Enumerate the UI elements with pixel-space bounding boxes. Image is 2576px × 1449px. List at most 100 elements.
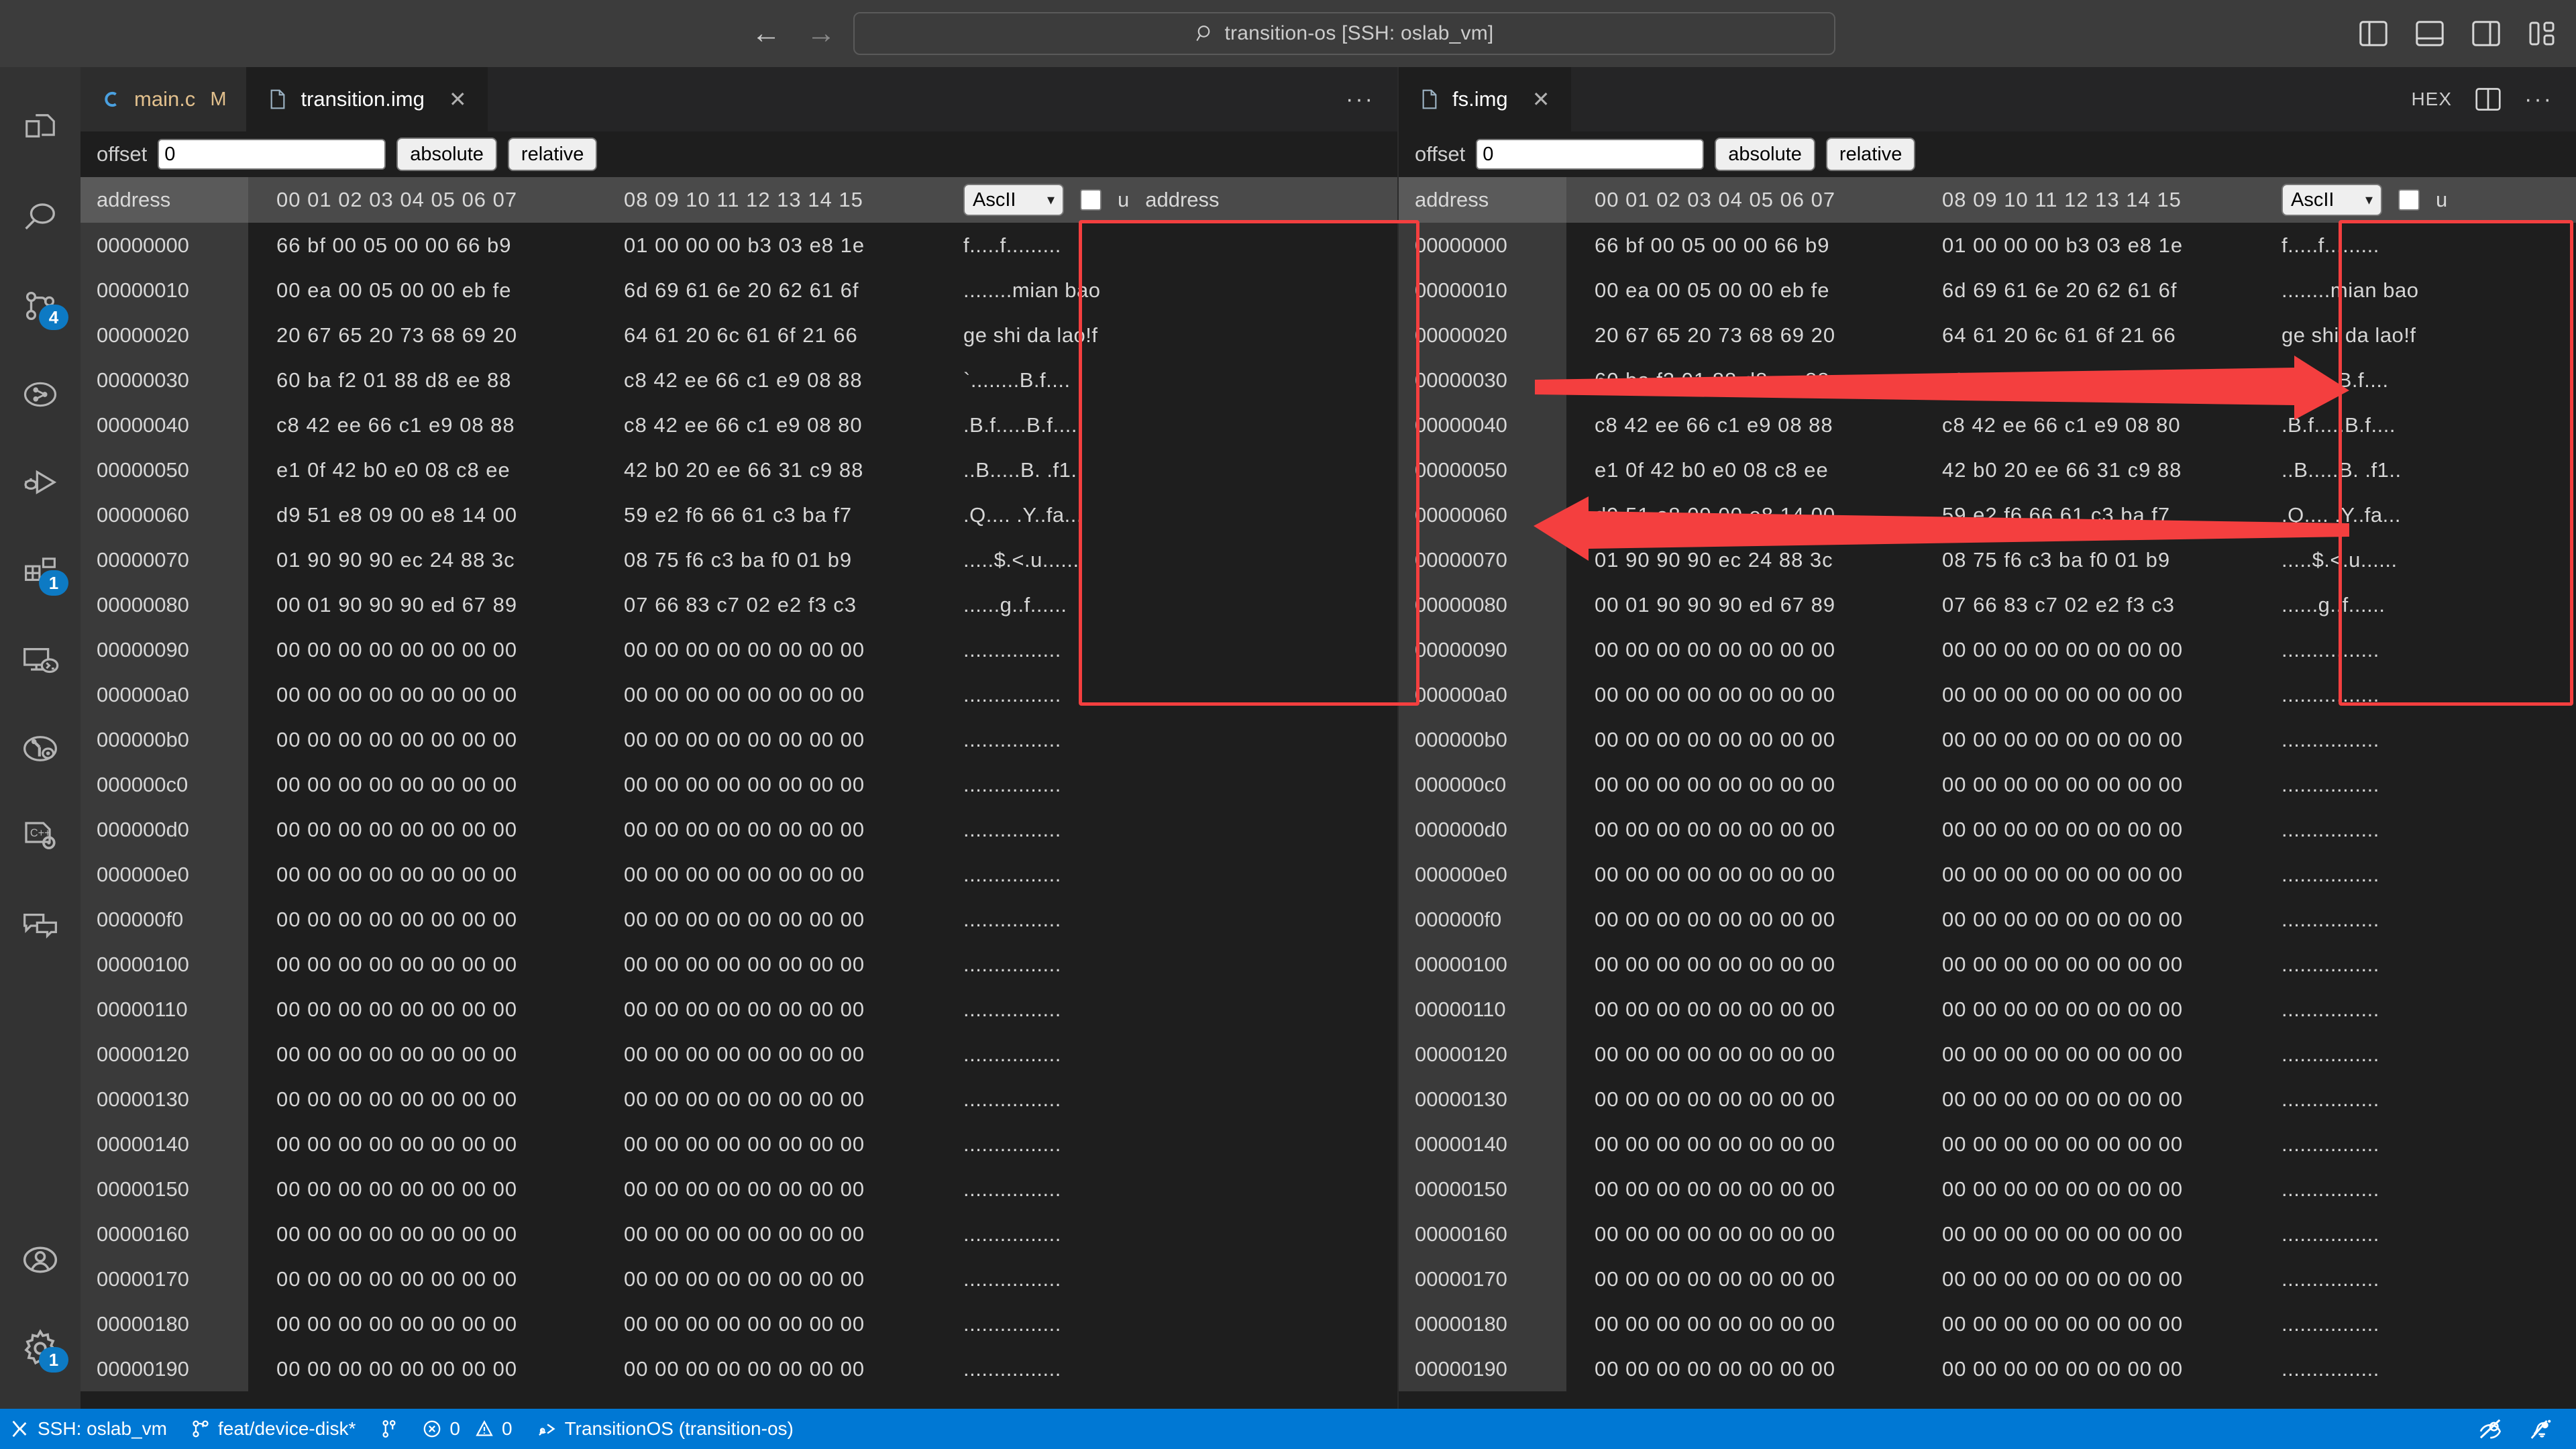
hex-row-bytes-a[interactable]: 66 bf 00 05 00 00 66 b9 [263, 233, 592, 258]
hex-row-bytes-b[interactable]: 00 00 00 00 00 00 00 00 [610, 773, 939, 797]
hex-row[interactable]: 00000080 00 01 90 90 90 ed 67 89 07 66 83 … [80, 582, 1397, 627]
hex-row-bytes-b[interactable]: 6d 69 61 6e 20 62 61 6f [1929, 278, 2257, 303]
hex-row-ascii[interactable]: f.....f......... [939, 233, 1397, 258]
unicode-checkbox[interactable] [1080, 189, 1102, 211]
sidebar-item-extensions[interactable]: 1 [0, 527, 80, 616]
hex-row-bytes-b[interactable]: 00 00 00 00 00 00 00 00 [610, 1132, 939, 1157]
hex-row-bytes-b[interactable]: 00 00 00 00 00 00 00 00 [610, 683, 939, 707]
hex-row[interactable]: 000000d0 00 00 00 00 00 00 00 00 00 00 00 … [80, 807, 1397, 852]
hex-row-bytes-a[interactable]: 00 00 00 00 00 00 00 00 [1581, 1222, 1910, 1246]
split-editor-icon[interactable] [2475, 87, 2502, 111]
hex-row-bytes-b[interactable]: 00 00 00 00 00 00 00 00 [1929, 638, 2257, 662]
hex-row-bytes-a[interactable]: d9 51 e8 09 00 e8 14 00 [1581, 503, 1910, 527]
hex-row-ascii[interactable]: ................ [2257, 1222, 2576, 1246]
hex-row-ascii[interactable]: ................ [939, 908, 1397, 932]
hex-row[interactable]: 00000150 00 00 00 00 00 00 00 00 00 00 00 … [80, 1167, 1397, 1212]
hex-row-ascii[interactable]: ................ [939, 773, 1397, 797]
status-remote-host[interactable]: SSH: oslab_vm [0, 1409, 179, 1449]
hex-row[interactable]: 00000010 00 ea 00 05 00 00 eb fe 6d 69 61 … [1399, 268, 2576, 313]
hex-row-bytes-b[interactable]: 00 00 00 00 00 00 00 00 [1929, 818, 2257, 842]
offset-input[interactable] [158, 139, 386, 170]
hex-row[interactable]: 00000160 00 00 00 00 00 00 00 00 00 00 00 … [1399, 1212, 2576, 1256]
hex-row[interactable]: 00000120 00 00 00 00 00 00 00 00 00 00 00 … [1399, 1032, 2576, 1077]
vertical-scrollbar-right[interactable] [2559, 177, 2576, 204]
hex-row[interactable]: 00000070 01 90 90 90 ec 24 88 3c 08 75 f6 … [80, 537, 1397, 582]
hex-row[interactable]: 000000c0 00 00 00 00 00 00 00 00 00 00 00 … [80, 762, 1397, 807]
hex-row-ascii[interactable]: ......g..f...... [2257, 593, 2576, 617]
hex-row-ascii[interactable]: f.....f......... [2257, 233, 2576, 258]
status-problems[interactable]: 0 0 [411, 1409, 524, 1449]
hex-row[interactable]: 00000030 60 ba f2 01 88 d8 ee 88 c8 42 ee … [80, 358, 1397, 402]
hex-row-ascii[interactable]: ................ [2257, 1042, 2576, 1067]
hex-row-bytes-a[interactable]: 00 00 00 00 00 00 00 00 [263, 1087, 592, 1112]
hex-row-bytes-a[interactable]: 00 00 00 00 00 00 00 00 [1581, 1042, 1910, 1067]
hex-row[interactable]: 00000090 00 00 00 00 00 00 00 00 00 00 00 … [1399, 627, 2576, 672]
hex-row-ascii[interactable]: ................ [939, 1087, 1397, 1112]
hex-row-bytes-b[interactable]: 00 00 00 00 00 00 00 00 [1929, 1267, 2257, 1291]
more-actions-icon[interactable]: ··· [1346, 88, 1375, 111]
back-icon[interactable]: ← [751, 19, 781, 48]
hex-row-bytes-a[interactable]: 00 00 00 00 00 00 00 00 [1581, 1132, 1910, 1157]
hex-row-bytes-a[interactable]: 00 00 00 00 00 00 00 00 [263, 1312, 592, 1336]
sidebar-item-run[interactable] [0, 350, 80, 439]
hex-row-bytes-a[interactable]: 00 ea 00 05 00 00 eb fe [263, 278, 592, 303]
hex-row[interactable]: 000000e0 00 00 00 00 00 00 00 00 00 00 00 … [80, 852, 1397, 897]
hex-row-bytes-a[interactable]: 00 00 00 00 00 00 00 00 [1581, 728, 1910, 752]
hex-row-ascii[interactable]: .....$.<.u...... [2257, 548, 2576, 572]
hex-row-bytes-a[interactable]: 00 00 00 00 00 00 00 00 [263, 908, 592, 932]
hex-rows-left[interactable]: 00000000 66 bf 00 05 00 00 66 b9 01 00 00 … [80, 223, 1397, 1409]
command-center[interactable]: transition-os [SSH: oslab_vm] [853, 12, 1835, 55]
hex-row-bytes-a[interactable]: 00 00 00 00 00 00 00 00 [263, 728, 592, 752]
hex-row-ascii[interactable]: ................ [2257, 728, 2576, 752]
hex-row-bytes-a[interactable]: 20 67 65 20 73 68 69 20 [1581, 323, 1910, 347]
hex-row-ascii[interactable]: ................ [939, 953, 1397, 977]
hex-row[interactable]: 00000180 00 00 00 00 00 00 00 00 00 00 00 … [80, 1301, 1397, 1346]
hex-row-bytes-a[interactable]: 00 01 90 90 90 ed 67 89 [1581, 593, 1910, 617]
hex-row-bytes-a[interactable]: 00 00 00 00 00 00 00 00 [263, 953, 592, 977]
hex-row-bytes-a[interactable]: 00 00 00 00 00 00 00 00 [1581, 1312, 1910, 1336]
hex-row-bytes-a[interactable]: 00 00 00 00 00 00 00 00 [263, 818, 592, 842]
hex-row-bytes-b[interactable]: 00 00 00 00 00 00 00 00 [1929, 998, 2257, 1022]
hex-row[interactable]: 00000060 d9 51 e8 09 00 e8 14 00 59 e2 f6 … [80, 492, 1397, 537]
hex-row-bytes-b[interactable]: 00 00 00 00 00 00 00 00 [1929, 1312, 2257, 1336]
hex-row-ascii[interactable]: ........mian bao [2257, 278, 2576, 303]
hex-row[interactable]: 000000a0 00 00 00 00 00 00 00 00 00 00 00 … [80, 672, 1397, 717]
hex-row[interactable]: 00000150 00 00 00 00 00 00 00 00 00 00 00 … [1399, 1167, 2576, 1212]
hex-row-bytes-a[interactable]: 00 00 00 00 00 00 00 00 [263, 683, 592, 707]
hex-row-bytes-b[interactable]: 00 00 00 00 00 00 00 00 [610, 818, 939, 842]
hex-row[interactable]: 00000080 00 01 90 90 90 ed 67 89 07 66 83 … [1399, 582, 2576, 627]
tab-fs-img[interactable]: fs.img ✕ [1399, 67, 1571, 131]
sidebar-item-explorer[interactable] [0, 85, 80, 173]
hex-row-bytes-a[interactable]: 00 00 00 00 00 00 00 00 [263, 638, 592, 662]
hex-row-ascii[interactable]: ................ [2257, 863, 2576, 887]
hex-row-bytes-a[interactable]: c8 42 ee 66 c1 e9 08 88 [263, 413, 592, 437]
toggle-primary-sidebar-icon[interactable] [2359, 20, 2388, 47]
hex-row-bytes-b[interactable]: 64 61 20 6c 61 6f 21 66 [610, 323, 939, 347]
hex-row-ascii[interactable]: ................ [939, 1222, 1397, 1246]
hex-row-ascii[interactable]: .Q.... .Y..fa... [2257, 503, 2576, 527]
hex-row-bytes-b[interactable]: 59 e2 f6 66 61 c3 ba f7 [1929, 503, 2257, 527]
hex-row-bytes-b[interactable]: 6d 69 61 6e 20 62 61 6f [610, 278, 939, 303]
forward-icon[interactable]: → [806, 19, 836, 48]
hex-row-bytes-a[interactable]: 00 00 00 00 00 00 00 00 [263, 998, 592, 1022]
tab-main-c[interactable]: main.c M [80, 67, 248, 131]
hex-row-bytes-b[interactable]: 00 00 00 00 00 00 00 00 [1929, 863, 2257, 887]
hex-row-ascii[interactable]: ................ [939, 728, 1397, 752]
hex-row-bytes-a[interactable]: 01 90 90 90 ec 24 88 3c [1581, 548, 1910, 572]
hex-row-bytes-b[interactable]: 00 00 00 00 00 00 00 00 [610, 728, 939, 752]
hex-row-bytes-a[interactable]: d9 51 e8 09 00 e8 14 00 [263, 503, 592, 527]
hex-row-bytes-a[interactable]: 00 00 00 00 00 00 00 00 [1581, 863, 1910, 887]
hex-row[interactable]: 00000140 00 00 00 00 00 00 00 00 00 00 00 … [80, 1122, 1397, 1167]
hex-row-ascii[interactable]: .....$.<.u...... [939, 548, 1397, 572]
hex-row-ascii[interactable]: ................ [2257, 1357, 2576, 1381]
hex-row-ascii[interactable]: ................ [2257, 818, 2576, 842]
hex-row-bytes-b[interactable]: 00 00 00 00 00 00 00 00 [610, 1312, 939, 1336]
status-branch[interactable]: feat/device-disk* [179, 1409, 368, 1449]
hex-row-bytes-b[interactable]: 07 66 83 c7 02 e2 f3 c3 [610, 593, 939, 617]
hex-row-ascii[interactable]: ................ [2257, 908, 2576, 932]
hex-row-bytes-b[interactable]: 42 b0 20 ee 66 31 c9 88 [610, 458, 939, 482]
hex-row-bytes-a[interactable]: 20 67 65 20 73 68 69 20 [263, 323, 592, 347]
hex-row-ascii[interactable]: ge shi da lao!f [2257, 323, 2576, 347]
hex-row-ascii[interactable]: ................ [2257, 1267, 2576, 1291]
hex-row-bytes-a[interactable]: 00 00 00 00 00 00 00 00 [263, 1222, 592, 1246]
